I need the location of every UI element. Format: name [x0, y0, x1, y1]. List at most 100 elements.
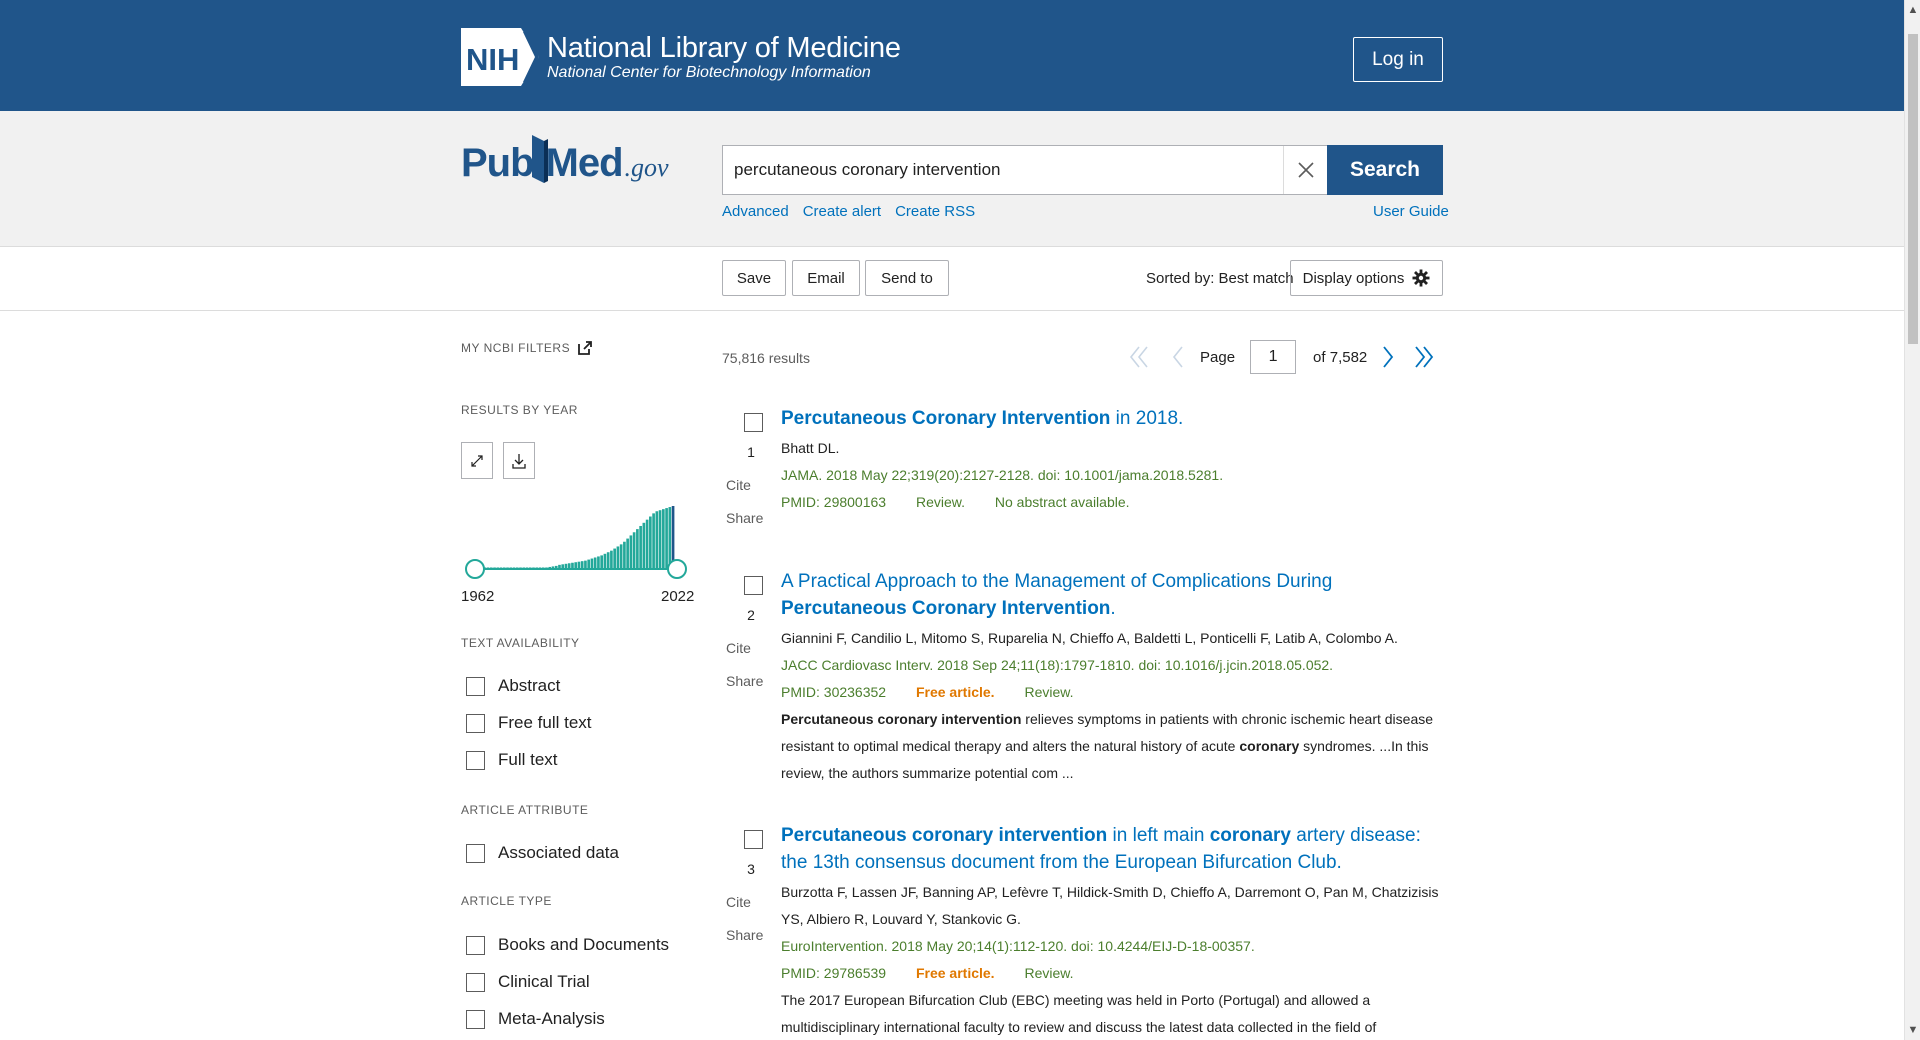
histogram-bar[interactable]: [652, 513, 655, 568]
histogram-bar[interactable]: [616, 546, 620, 568]
histogram-bar[interactable]: [564, 563, 568, 568]
filter-abstract[interactable]: Abstract: [466, 676, 560, 696]
scroll-down-icon[interactable]: ▼: [1905, 1022, 1920, 1038]
create-rss-link[interactable]: Create RSS: [895, 203, 975, 220]
histogram-bar[interactable]: [649, 516, 652, 568]
share-button[interactable]: Share: [722, 927, 763, 943]
share-button[interactable]: Share: [722, 673, 763, 689]
histogram-bar[interactable]: [558, 564, 561, 568]
scroll-up-icon[interactable]: ▲: [1905, 2, 1920, 18]
histogram-bar[interactable]: [626, 538, 629, 568]
cite-button[interactable]: Cite: [722, 894, 762, 910]
histogram-bar[interactable]: [632, 532, 636, 568]
page-number-input[interactable]: 1: [1250, 340, 1297, 374]
checkbox[interactable]: [466, 972, 485, 992]
checkbox[interactable]: [466, 676, 485, 696]
histogram-bar[interactable]: [577, 561, 581, 568]
cite-button[interactable]: Cite: [722, 477, 762, 493]
share-button[interactable]: Share: [722, 510, 763, 526]
result-snippet: Percutaneous coronary intervention relie…: [781, 711, 1434, 781]
histogram-bar[interactable]: [665, 508, 668, 568]
histogram-bar[interactable]: [645, 519, 649, 568]
login-button[interactable]: Log in: [1353, 37, 1443, 82]
histogram-bar[interactable]: [629, 535, 633, 568]
my-ncbi-filters[interactable]: MY NCBI FILTERS: [461, 341, 592, 355]
histogram-bar[interactable]: [671, 506, 675, 568]
histogram-bar[interactable]: [561, 564, 565, 568]
result-title-link[interactable]: A Practical Approach to the Management o…: [781, 568, 1451, 622]
result-checkbox[interactable]: [744, 576, 763, 595]
histogram-bar[interactable]: [668, 507, 672, 568]
nih-header: NIH National Library of Medicine Nationa…: [0, 0, 1904, 111]
histogram-bar[interactable]: [603, 553, 607, 568]
histogram-bar[interactable]: [548, 566, 552, 568]
histogram-bar[interactable]: [567, 563, 571, 568]
histogram-bar[interactable]: [639, 525, 642, 568]
range-end-handle[interactable]: [667, 559, 687, 579]
page-total: of 7,582: [1313, 348, 1368, 366]
histogram-bar[interactable]: [587, 559, 591, 568]
filter-clinical-trial[interactable]: Clinical Trial: [466, 972, 590, 992]
histogram-bar[interactable]: [655, 511, 659, 568]
create-alert-link[interactable]: Create alert: [803, 203, 881, 220]
histogram-bar[interactable]: [658, 510, 662, 568]
checkbox[interactable]: [466, 750, 485, 770]
histogram-bar[interactable]: [597, 556, 600, 568]
email-button[interactable]: Email: [792, 260, 860, 296]
histogram-bar[interactable]: [636, 529, 639, 568]
clear-search-button[interactable]: [1283, 146, 1327, 194]
result-checkbox[interactable]: [744, 413, 763, 432]
free-article-badge: Free article.: [915, 965, 995, 981]
nih-logo[interactable]: NIH National Library of Medicine Nationa…: [461, 28, 901, 86]
range-start-handle[interactable]: [465, 559, 485, 579]
next-page-icon[interactable]: [1377, 345, 1399, 369]
user-guide-link[interactable]: User Guide: [1373, 203, 1449, 220]
histogram-bar[interactable]: [584, 560, 587, 568]
display-options-button[interactable]: Display options: [1290, 260, 1443, 296]
advanced-link[interactable]: Advanced: [722, 203, 789, 220]
histogram-bar[interactable]: [554, 565, 558, 568]
filter-associated-data[interactable]: Associated data: [466, 843, 619, 863]
histogram-bar[interactable]: [606, 552, 610, 568]
external-link-icon: [578, 341, 592, 355]
checkbox[interactable]: [466, 843, 485, 863]
histogram-bar[interactable]: [662, 509, 665, 568]
result-title-link[interactable]: Percutaneous coronary intervention in le…: [781, 822, 1451, 876]
histogram-bar[interactable]: [600, 555, 603, 568]
checkbox[interactable]: [466, 1009, 485, 1029]
filter-free-full-text[interactable]: Free full text: [466, 713, 592, 733]
pubmed-logo[interactable]: Pub Med .gov: [461, 135, 669, 186]
search-button[interactable]: Search: [1327, 145, 1443, 195]
search-input[interactable]: [723, 146, 1268, 194]
first-page-icon[interactable]: [1128, 345, 1150, 369]
histogram-bar[interactable]: [642, 522, 646, 568]
results-by-year-heading: RESULTS BY YEAR: [461, 403, 578, 417]
histogram-bar[interactable]: [593, 557, 597, 568]
page-scrollbar[interactable]: ▲ ▼: [1904, 0, 1920, 1040]
result-meta: PMID: 30236352 Free article. Review.: [781, 679, 1451, 706]
save-button[interactable]: Save: [722, 260, 786, 296]
result-checkbox[interactable]: [744, 830, 763, 849]
result-number: 2: [747, 607, 755, 623]
checkbox[interactable]: [466, 713, 485, 733]
cite-button[interactable]: Cite: [722, 640, 762, 656]
scrollbar-thumb[interactable]: [1908, 34, 1918, 344]
histogram-bar[interactable]: [574, 562, 578, 568]
histogram-bar[interactable]: [590, 558, 594, 568]
prev-page-icon[interactable]: [1168, 345, 1190, 369]
checkbox[interactable]: [466, 935, 485, 955]
filter-books-and-documents[interactable]: Books and Documents: [466, 935, 669, 955]
send-to-button[interactable]: Send to: [865, 260, 949, 296]
histogram-bar[interactable]: [580, 561, 584, 568]
last-page-icon[interactable]: [1413, 345, 1435, 369]
filter-meta-analysis[interactable]: Meta-Analysis: [466, 1009, 605, 1029]
histogram-bar[interactable]: [613, 548, 616, 568]
result-title-link[interactable]: Percutaneous Coronary Intervention in 20…: [781, 405, 1451, 432]
histogram-bar[interactable]: [623, 541, 626, 568]
histogram-bar[interactable]: [610, 550, 613, 568]
histogram-bar[interactable]: [619, 544, 623, 568]
filter-full-text[interactable]: Full text: [466, 750, 558, 770]
histogram-bar[interactable]: [551, 566, 555, 568]
results-by-year-chart[interactable]: [461, 442, 695, 602]
histogram-bar[interactable]: [571, 562, 574, 568]
